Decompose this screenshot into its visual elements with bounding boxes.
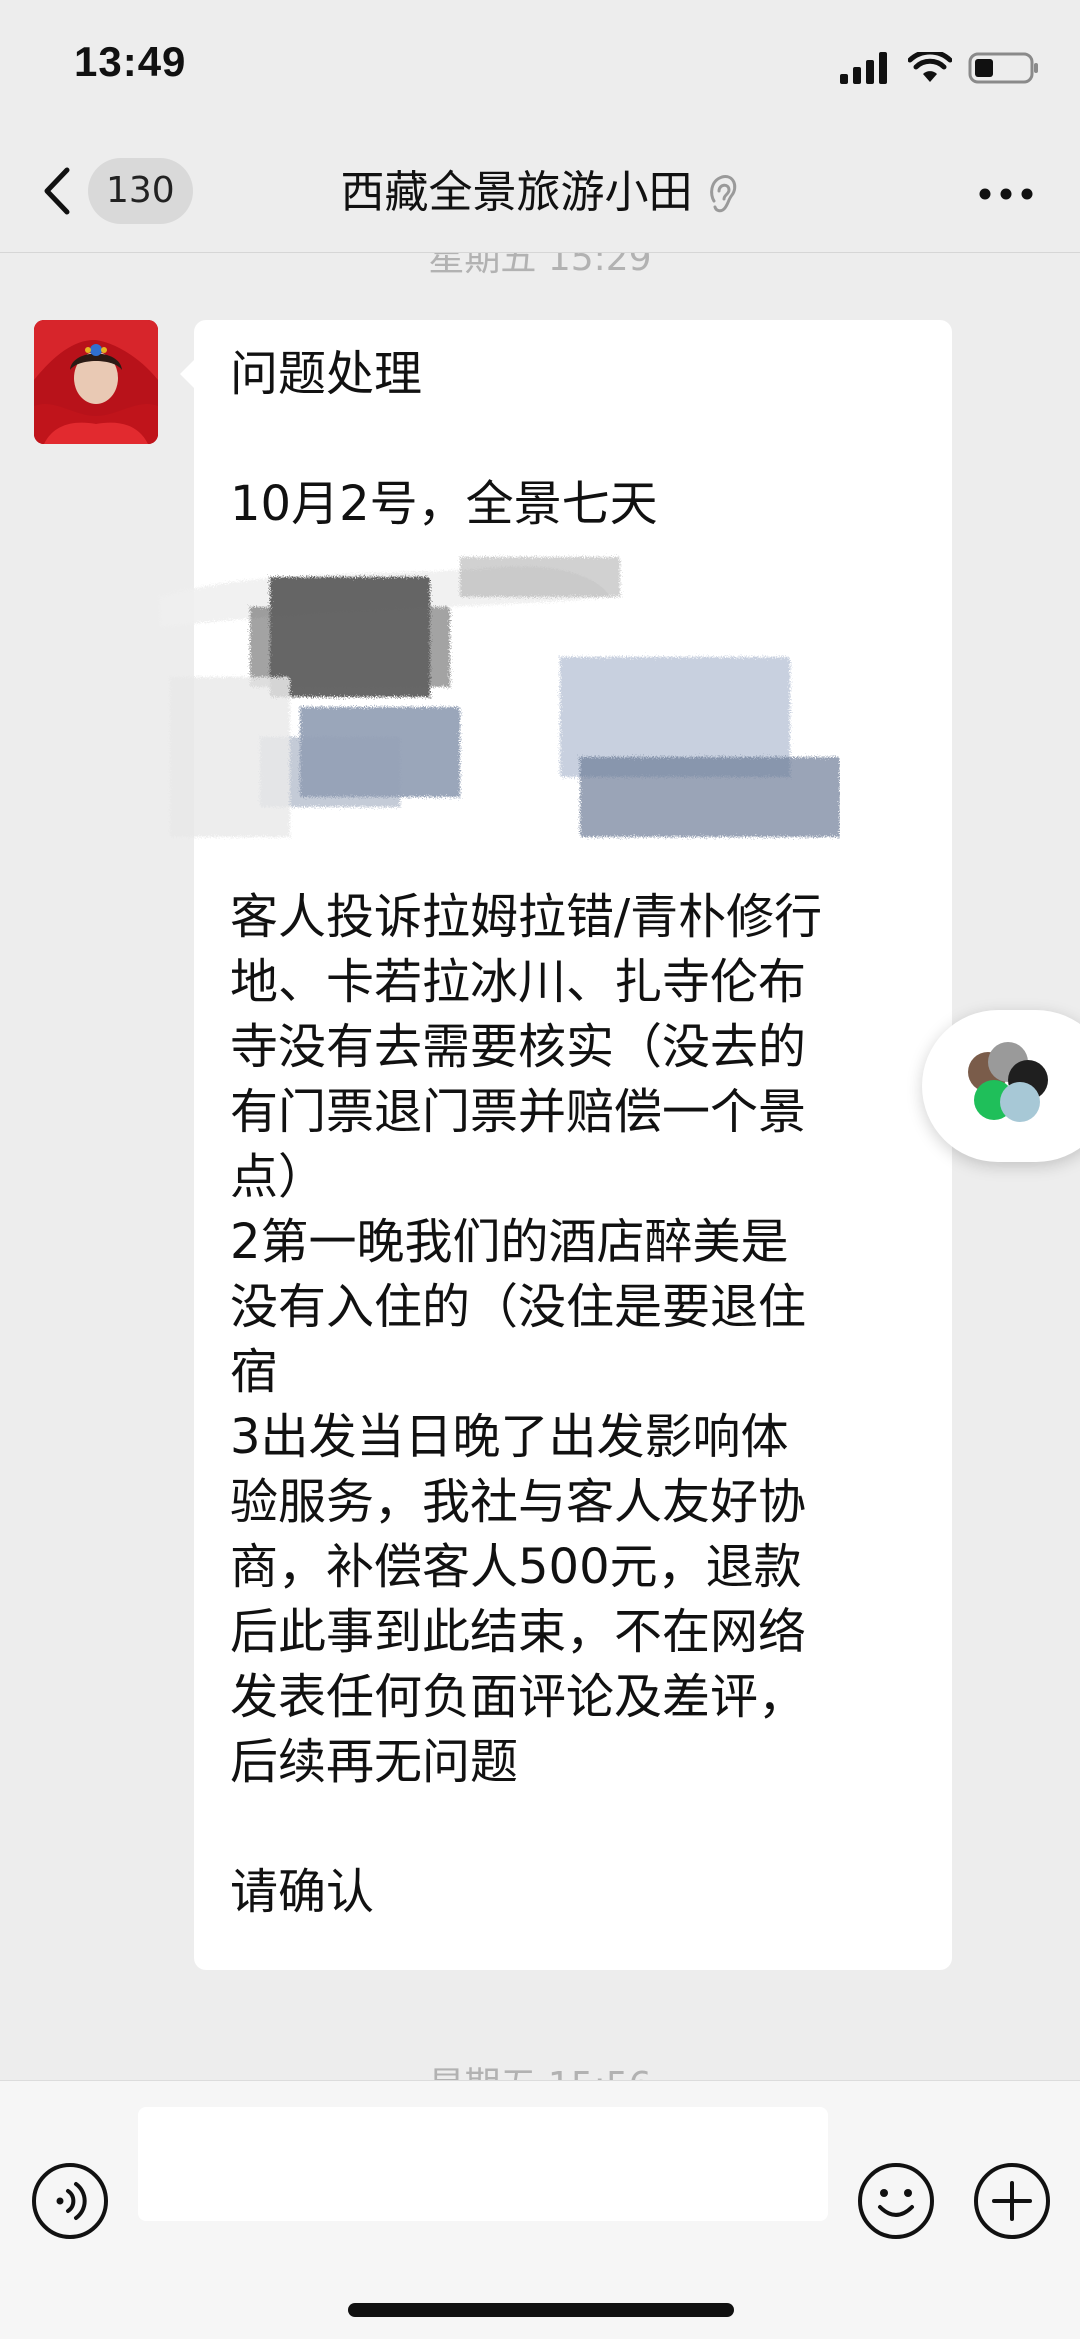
message-input[interactable] <box>138 2107 828 2221</box>
redaction-scribble <box>160 557 840 837</box>
message-text-line: 后此事到此结束，不在网络 <box>230 1604 807 1660</box>
message-text-line: 验服务，我社与客人友好协 <box>230 1474 807 1530</box>
message-text-line: 问题处理 <box>230 346 423 402</box>
message-text-line: 点） <box>230 1149 327 1205</box>
chat-header: 130 西藏全景旅游小田 <box>0 130 1080 253</box>
message-text-line: 宿 <box>230 1344 279 1400</box>
status-icons <box>840 48 1040 88</box>
message-text-line: 10月2号，全景七天 <box>230 476 658 532</box>
message-timestamp: 星期五 15:29 <box>428 253 652 279</box>
more-options-button[interactable] <box>968 166 1044 222</box>
battery-icon <box>968 52 1038 84</box>
emoji-icon <box>858 2163 934 2239</box>
chat-message-list[interactable]: 星期五 15:29 问题处理 10月2号，全景七天 客人投诉拉姆拉错/青朴修行 … <box>0 253 1080 2080</box>
message-text-line: 2第一晚我们的酒店醉美是 <box>230 1214 789 1270</box>
wifi-icon <box>908 52 952 82</box>
message-text-line: 3出发当日晚了出发影响体 <box>230 1409 789 1465</box>
message-bubble[interactable]: 问题处理 10月2号，全景七天 客人投诉拉姆拉错/青朴修行 地、卡若拉冰川、扎寺… <box>160 320 952 1970</box>
message-text-line: 地、卡若拉冰川、扎寺伦布 <box>230 954 807 1010</box>
signal-icon <box>840 52 887 84</box>
input-toolbar <box>0 2080 1080 2339</box>
chat-title: 西藏全景旅游小田 <box>340 167 693 218</box>
sender-avatar[interactable] <box>34 320 158 444</box>
message-timestamp: 星期五 15:56 <box>0 2056 1080 2080</box>
emoji-button[interactable] <box>856 2161 936 2241</box>
message-text-line: 没有入住的（没住是要退住 <box>230 1279 807 1335</box>
floating-window-icon <box>968 1042 1048 1122</box>
message-text-line: 有门票退门票并赔偿一个景 <box>230 1084 807 1140</box>
home-indicator[interactable] <box>348 2303 734 2317</box>
more-actions-button[interactable] <box>972 2161 1052 2241</box>
message-text-line: 商，补偿客人500元，退款 <box>230 1539 802 1595</box>
message-text-line: 发表任何负面评论及差评， <box>230 1669 807 1725</box>
voice-icon <box>32 2163 108 2239</box>
floating-window-button[interactable] <box>922 1010 1080 1162</box>
ear-icon <box>706 171 740 215</box>
message-text-line: 请确认 <box>230 1864 375 1920</box>
message-text-line: 客人投诉拉姆拉错/青朴修行 <box>230 889 823 945</box>
message-text-line: 后续再无问题 <box>230 1734 519 1790</box>
message-text-line: 寺没有去需要核实（没去的 <box>230 1019 807 1075</box>
plus-icon <box>974 2163 1050 2239</box>
status-bar: 13:49 <box>0 0 1080 130</box>
status-time: 13:49 <box>74 38 187 85</box>
voice-button[interactable] <box>30 2161 110 2241</box>
more-dots-icon <box>979 188 1033 200</box>
